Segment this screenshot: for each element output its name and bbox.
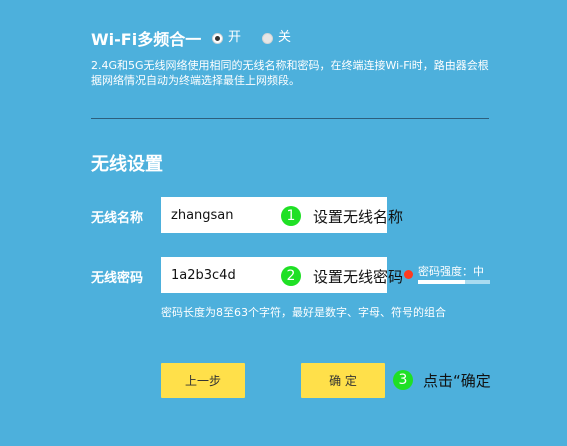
step-1-badge: 1 — [281, 206, 301, 226]
step-1-text: 设置无线名称 — [313, 208, 404, 226]
password-label: 无线密码 — [91, 271, 144, 286]
password-strength-bar — [418, 280, 490, 284]
radio-off[interactable] — [262, 32, 274, 44]
step-2-text: 设置无线密码 — [313, 268, 404, 286]
strength-indicator-dot — [404, 270, 413, 279]
prev-step-button[interactable]: 上一步 — [161, 363, 245, 398]
wifi-multiband-description: 2.4G和5G无线网络使用相同的无线名称和密码，在终端连接Wi-Fi时，路由器会… — [91, 59, 489, 87]
section-divider — [91, 118, 489, 119]
wifi-multiband-title: Wi-Fi多频合一 — [91, 30, 202, 49]
ssid-label: 无线名称 — [91, 211, 144, 226]
radio-on-label[interactable]: 开 — [228, 31, 241, 45]
radio-on[interactable] — [212, 32, 223, 44]
wireless-settings-title: 无线设置 — [91, 154, 163, 175]
radio-off-label[interactable]: 关 — [278, 31, 291, 45]
step-2-badge: 2 — [281, 266, 301, 286]
step-3-badge: 3 — [393, 370, 413, 390]
step-3-text: 点击“确定 — [423, 372, 491, 390]
password-strength-label: 密码强度：中 — [418, 265, 484, 278]
password-hint: 密码长度为8至63个字符，最好是数字、字母、符号的组合 — [161, 306, 446, 319]
radio-selected-dot — [215, 35, 220, 41]
confirm-button[interactable]: 确 定 — [301, 363, 385, 398]
wifi-multiband-radio-group: 开 关 — [212, 31, 307, 45]
password-strength-fill — [418, 280, 465, 284]
